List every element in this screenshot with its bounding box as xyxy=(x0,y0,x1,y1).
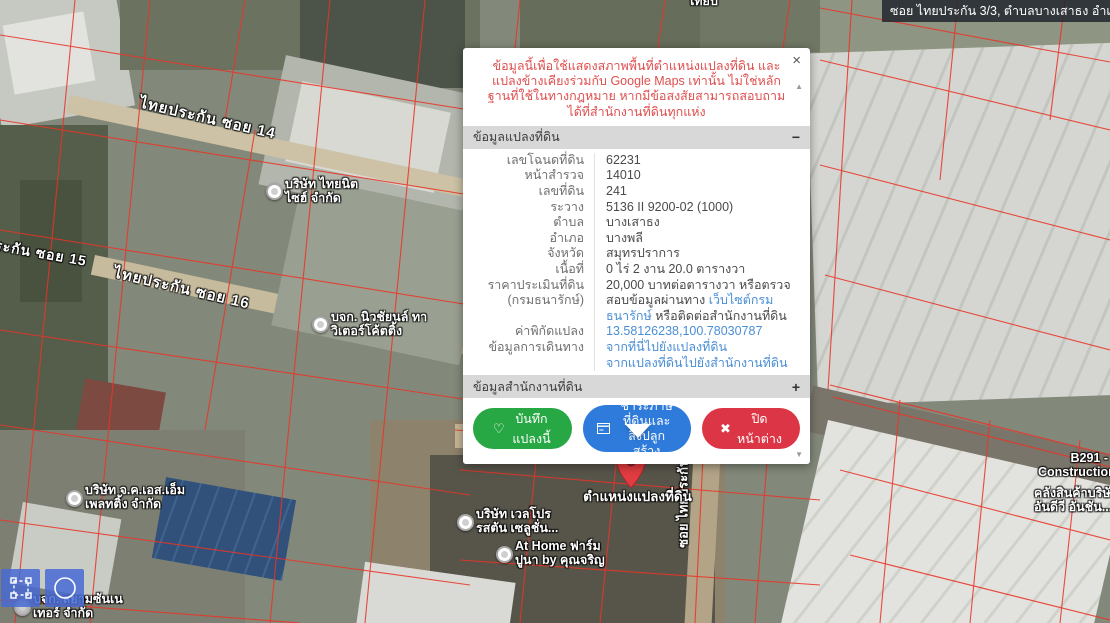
scroll-up-icon[interactable]: ▲ xyxy=(795,83,803,91)
poi-label: บริษัท ไทยนิตไซฮ์ จำกัด xyxy=(285,178,358,205)
poi-marker[interactable] xyxy=(312,316,329,333)
section-header-office[interactable]: ข้อมูลสำนักงานที่ดิน + xyxy=(463,375,810,398)
poi-label: B291 -Construction C... xyxy=(1038,452,1108,479)
field-value: บางเสาธง xyxy=(594,215,660,231)
field-label: จังหวัด xyxy=(463,246,594,262)
field-value: บางพลี xyxy=(594,231,643,247)
popup-tail xyxy=(625,424,651,438)
field-value: 13.58126238,100.78030787 xyxy=(594,324,762,340)
poi-dot xyxy=(317,321,324,328)
field-label: ตำบล xyxy=(463,215,594,231)
draw-circle-button[interactable] xyxy=(45,569,84,607)
tax-card-icon xyxy=(597,423,610,434)
field-label: หน้าสำรวจ xyxy=(463,168,594,184)
field-value: สมุทรปราการ xyxy=(594,246,680,262)
table-row: ตำบลบางเสาธง xyxy=(463,215,802,231)
poi-dot xyxy=(71,495,78,502)
field-value: 0 ไร่ 2 งาน 20.0 ตารางวา xyxy=(594,262,745,278)
table-row: เนื้อที่0 ไร่ 2 งาน 20.0 ตารางวา xyxy=(463,262,802,278)
field-label: เลขโฉนดที่ดิน xyxy=(463,153,594,169)
field-label: อำเภอ xyxy=(463,231,594,247)
poi-marker[interactable] xyxy=(496,546,513,563)
disclaimer-text: ข้อมูลนี้เพื่อใช้แสดงสภาพพื้นที่ตำแหน่งแ… xyxy=(463,48,810,126)
route-to-parcel-link[interactable]: จากที่นี่ไปยังแปลงที่ดิน xyxy=(606,340,727,354)
close-window-button[interactable]: ✖ ปิดหน้าต่าง xyxy=(702,408,800,449)
poi-dot xyxy=(501,551,508,558)
field-value: 241 xyxy=(594,184,627,200)
close-icon[interactable]: × xyxy=(792,53,801,68)
poi-label: บริษัท จ.ค.เอส.เอ็มเพลทติ้ง จำกัด xyxy=(85,484,185,511)
table-row: หน้าสำรวจ14010 xyxy=(463,168,802,184)
scroll-down-icon[interactable]: ▼ xyxy=(795,451,803,459)
field-label: ราคาประเมินที่ดิน(กรมธนารักษ์) xyxy=(463,278,594,325)
poi-label: บจก. นิวชัยนล์ ทาวิเตอร์โค้ตติ้ง xyxy=(331,311,427,338)
field-value: 20,000 บาทต่อตารางวา หรือตรวจสอบข้อมูลผ่… xyxy=(594,278,802,325)
coordinates-link[interactable]: 13.58126238,100.78030787 xyxy=(606,324,762,338)
draw-polygon-button[interactable] xyxy=(1,569,40,607)
field-label: ค่าพิกัดแปลง xyxy=(463,324,594,340)
poi-marker[interactable] xyxy=(66,490,83,507)
section-header-parcel[interactable]: ข้อมูลแปลงที่ดิน − xyxy=(463,126,810,149)
parcel-data-table: เลขโฉนดที่ดิน62231 หน้าสำรวจ14010 เลขที่… xyxy=(463,149,810,375)
address-bar: ซอย ไทยประกัน 3/3, ตำบลบางเสาธง อำเภอบ xyxy=(882,0,1110,22)
poi-marker[interactable] xyxy=(457,514,474,531)
table-row-travel: ข้อมูลการเดินทาง จากที่นี่ไปยังแปลงที่ดิ… xyxy=(463,340,802,371)
field-value: จากที่นี่ไปยังแปลงที่ดิน จากแปลงที่ดินไป… xyxy=(594,340,788,371)
table-row-price: ราคาประเมินที่ดิน(กรมธนารักษ์) 20,000 บา… xyxy=(463,278,802,325)
parcel-info-popup: × ▲ ▼ ข้อมูลนี้เพื่อใช้แสดงสภาพพื้นที่ตำ… xyxy=(463,48,810,464)
table-row: ระวาง5136 II 9200-02 (1000) xyxy=(463,200,802,216)
field-value: 62231 xyxy=(594,153,641,169)
table-row: เลขที่ดิน241 xyxy=(463,184,802,200)
field-label: เลขที่ดิน xyxy=(463,184,594,200)
field-label: เนื้อที่ xyxy=(463,262,594,278)
field-value: 14010 xyxy=(594,168,641,184)
save-parcel-button[interactable]: ♡ บันทึกแปลงนี้ xyxy=(473,408,572,449)
table-row: เลขโฉนดที่ดิน62231 xyxy=(463,153,802,169)
poi-dot xyxy=(271,188,278,195)
polygon-select-icon xyxy=(9,576,33,600)
table-row: จังหวัดสมุทรปราการ xyxy=(463,246,802,262)
poi-label: บริษัท เวลโปรรสตัน เซลูชั่น... xyxy=(476,508,558,535)
table-row-coordinates: ค่าพิกัดแปลง 13.58126238,100.78030787 xyxy=(463,324,802,340)
poi-label: At Home ฟาร์มปูนา by คุณจริญ xyxy=(515,540,605,567)
map-canvas[interactable]: ไทยประกัน ซอย 14 ประกัน ซอย 15 ไทยประกัน… xyxy=(0,0,1110,623)
expand-icon[interactable]: + xyxy=(792,380,800,394)
section-title: ข้อมูลสำนักงานที่ดิน xyxy=(473,377,582,397)
field-value: 5136 II 9200-02 (1000) xyxy=(594,200,733,216)
road-label-top-partial: ไทยป xyxy=(688,0,718,9)
table-row: อำเภอบางพลี xyxy=(463,231,802,247)
section-title: ข้อมูลแปลงที่ดิน xyxy=(473,127,560,147)
collapse-icon[interactable]: − xyxy=(792,130,800,144)
poi-label: คลังสินค้าบริษัทอันดีวี อันชัน... xyxy=(1034,487,1110,514)
poi-dot xyxy=(462,519,469,526)
x-icon: ✖ xyxy=(720,422,731,435)
field-label: ข้อมูลการเดินทาง xyxy=(463,340,594,371)
poi-marker[interactable] xyxy=(266,183,283,200)
circle-icon xyxy=(52,575,78,601)
route-to-office-link[interactable]: จากแปลงที่ดินไปยังสำนักงานที่ดิน xyxy=(606,356,788,370)
heart-icon: ♡ xyxy=(493,422,505,435)
field-label: ระวาง xyxy=(463,200,594,216)
